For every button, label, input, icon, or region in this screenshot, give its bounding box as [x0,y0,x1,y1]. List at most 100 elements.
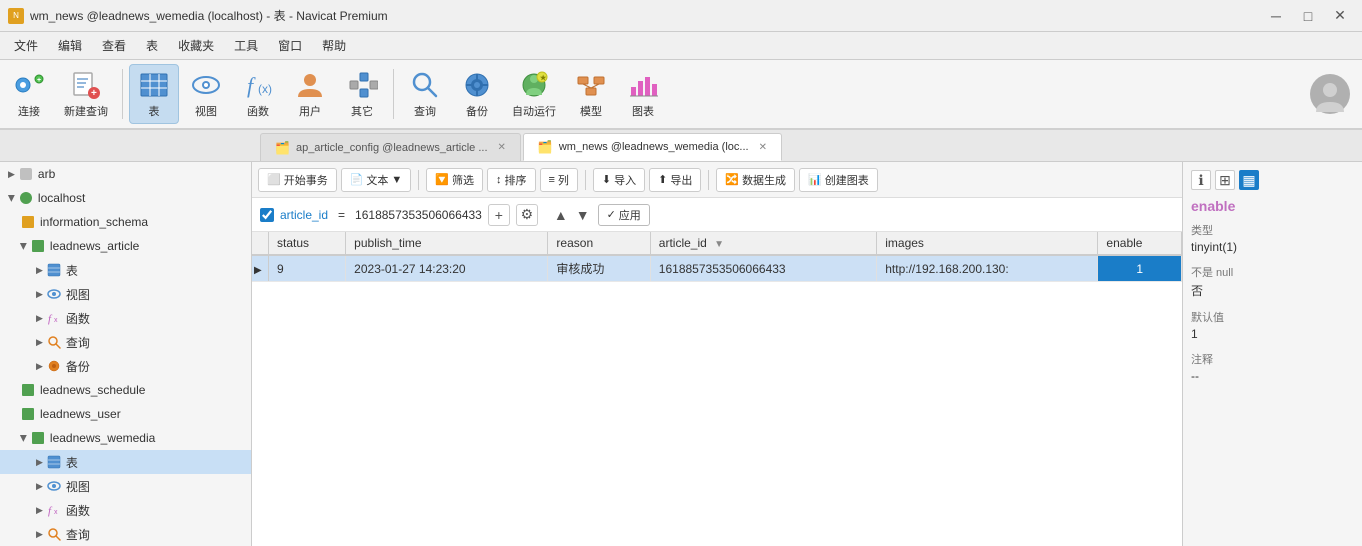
tool-connect[interactable]: + 连接 [4,64,54,124]
menu-file[interactable]: 文件 [4,33,48,58]
sidebar-item-la-view[interactable]: ▶ 视图 [0,282,251,306]
toolbar2-sep-3 [708,170,709,190]
sidebar-item-la-query[interactable]: ▶ 查询 [0,330,251,354]
filter-settings-button[interactable]: ⚙ [516,204,538,226]
cell-status[interactable]: 9 [269,255,346,282]
sidebar-item-lw-table[interactable]: ▶ 表 [0,450,251,474]
begin-transaction-button[interactable]: ⬜ 开始事务 [258,168,337,192]
sidebar-item-la-table[interactable]: ▶ 表 [0,258,251,282]
create-chart-icon: 📊 [808,173,822,186]
sidebar-item-leadnews-schedule[interactable]: leadnews_schedule [0,378,251,402]
rp-info-icon[interactable]: ℹ [1191,170,1211,190]
sidebar-item-leadnews-wemedia[interactable]: ▶ leadnews_wemedia [0,426,251,450]
nav-down-arrow[interactable]: ▼ [574,205,592,225]
tool-query[interactable]: 查询 [400,64,450,124]
arrow-lw-query: ▶ [36,529,43,540]
tool-schedule[interactable]: ★ 自动运行 [504,64,564,124]
filter-add-button[interactable]: + [488,204,510,226]
sidebar-item-localhost[interactable]: ▶ localhost [0,186,251,210]
sidebar-item-arb[interactable]: ▶ arb [0,162,251,186]
tool-model[interactable]: 模型 [566,64,616,124]
data-gen-button[interactable]: 🔀 数据生成 [716,168,795,192]
sidebar-item-leadnews-user[interactable]: leadnews_user [0,402,251,426]
filter-icon: 🔽 [435,173,449,186]
col-enable[interactable]: enable [1098,232,1182,255]
profile-avatar[interactable] [1310,74,1350,114]
tab-ap-article-config[interactable]: 🗂️ ap_article_config @leadnews_article .… [260,133,521,161]
data-gen-label: 数据生成 [742,172,786,188]
text-button[interactable]: 📄 文本 ▼ [341,168,412,192]
export-label: 导出 [670,172,692,188]
tool-backup-label: 备份 [466,103,488,119]
rp-grid2-icon[interactable]: ⊞ [1215,170,1235,190]
sidebar-item-la-func[interactable]: ▶ fx 函数 [0,306,251,330]
menu-tools[interactable]: 工具 [224,33,268,58]
nav-up-arrow[interactable]: ▲ [552,205,570,225]
col-reason[interactable]: reason [548,232,650,255]
table-row[interactable]: ▶ 9 2023-01-27 14:23:20 审核成功 16188573535 [252,255,1182,282]
menu-window[interactable]: 窗口 [268,33,312,58]
col-publish-time[interactable]: publish_time [346,232,548,255]
filter-checkbox[interactable] [260,208,274,222]
tool-view[interactable]: 视图 [181,64,231,124]
menu-favorites[interactable]: 收藏夹 [168,33,224,58]
tool-chart[interactable]: 图表 [618,64,668,124]
tool-table[interactable]: 表 [129,64,179,124]
window-title: wm_news @leadnews_wemedia (localhost) - … [30,7,388,24]
cell-enable[interactable]: 1 [1098,255,1182,282]
sidebar-item-lw-query[interactable]: ▶ 查询 [0,522,251,546]
tool-function[interactable]: f (x) 函数 [233,64,283,124]
cell-reason[interactable]: 审核成功 [548,255,650,282]
table-area: status publish_time reason article_id ▼ [252,232,1182,546]
tool-other[interactable]: 其它 [337,64,387,124]
col-images[interactable]: images [877,232,1098,255]
create-chart-button[interactable]: 📊 创建图表 [799,168,878,192]
row-arrow-icon: ▶ [254,265,262,276]
col-status[interactable]: status [269,232,346,255]
col-article-id[interactable]: article_id ▼ [650,232,876,255]
tool-backup[interactable]: 备份 [452,64,502,124]
filter-button[interactable]: 🔽 筛选 [426,168,483,192]
sidebar-item-lw-view[interactable]: ▶ 视图 [0,474,251,498]
sidebar-label-la-func: 函数 [66,310,90,327]
export-button[interactable]: ⬆ 导出 [649,168,701,192]
nav-arrows: ▲ ▼ [552,205,592,225]
filter-bar: article_id = 1618857353506066433 + ⚙ ▲ ▼… [252,198,1182,232]
sort-icon: ↕ [496,174,502,186]
cell-images[interactable]: http://192.168.200.130: [877,255,1098,282]
sidebar-label-la-backup: 备份 [66,358,90,375]
arrow-la-query: ▶ [36,337,43,348]
sidebar-item-information-schema[interactable]: information_schema [0,210,251,234]
rp-grid3-icon[interactable]: ▦ [1239,170,1259,190]
sidebar-item-lw-func[interactable]: ▶ fx 函数 [0,498,251,522]
cell-publish-time[interactable]: 2023-01-27 14:23:20 [346,255,548,282]
apply-button[interactable]: ✓ 应用 [598,204,650,226]
tab-close-2[interactable]: ✕ [759,142,767,153]
tool-new-query[interactable]: + 新建查询 [56,64,116,124]
sidebar-item-leadnews-article[interactable]: ▶ leadnews_article [0,234,251,258]
sidebar: ▶ arb ▶ localhost information_schema ▶ [0,162,252,546]
maximize-button[interactable]: □ [1294,6,1322,26]
menu-help[interactable]: 帮助 [312,33,356,58]
import-button[interactable]: ⬇ 导入 [593,168,645,192]
minimize-button[interactable]: ─ [1262,6,1290,26]
text-dropdown-icon: ▼ [391,174,402,186]
tool-user-label: 用户 [299,103,321,119]
sidebar-label-lw-func: 函数 [66,502,90,519]
menu-table[interactable]: 表 [136,33,168,58]
menu-edit[interactable]: 编辑 [48,33,92,58]
tab-wm-news[interactable]: 🗂️ wm_news @leadnews_wemedia (loc... ✕ [523,133,782,161]
table-icon-lw [46,454,62,470]
sort-button[interactable]: ↕ 排序 [487,168,536,192]
close-button[interactable]: ✕ [1326,6,1354,26]
backup-icon-la [46,358,62,374]
import-label: 导入 [614,172,636,188]
column-button[interactable]: ≡ 列 [540,168,578,192]
query-icon-lw [46,526,62,542]
cell-article-id[interactable]: 1618857353506066433 [650,255,876,282]
sidebar-item-la-backup[interactable]: ▶ 备份 [0,354,251,378]
tool-user[interactable]: 用户 [285,64,335,124]
menu-view[interactable]: 查看 [92,33,136,58]
table-header-row: status publish_time reason article_id ▼ [252,232,1182,255]
tab-close-1[interactable]: ✕ [498,142,506,153]
